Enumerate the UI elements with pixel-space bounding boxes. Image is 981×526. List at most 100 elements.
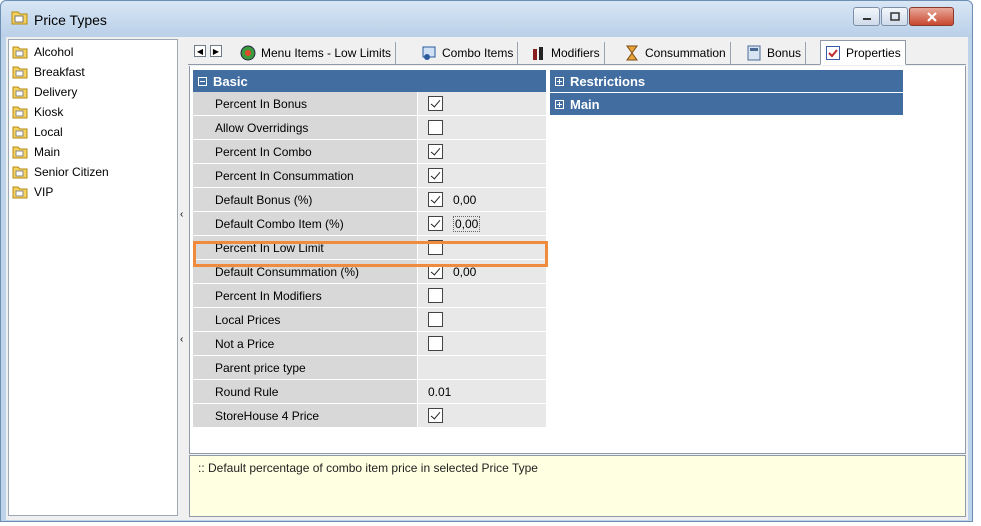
property-value-cell[interactable]: 0,00: [418, 188, 546, 211]
property-checkbox[interactable]: [428, 240, 443, 255]
group-header-main[interactable]: Main: [550, 93, 903, 115]
minimize-button[interactable]: [853, 7, 880, 26]
property-row[interactable]: Round Rule 0.01: [193, 380, 546, 404]
property-checkbox[interactable]: [428, 168, 443, 183]
property-value-cell[interactable]: [418, 284, 546, 307]
property-checkbox[interactable]: [428, 336, 443, 351]
property-value[interactable]: 0,00: [453, 265, 476, 279]
property-checkbox[interactable]: [428, 192, 443, 207]
group-header-basic[interactable]: Basic: [193, 70, 546, 92]
property-row[interactable]: Default Bonus (%) 0,00: [193, 188, 546, 212]
collapse-arrow-icon[interactable]: ‹: [180, 334, 183, 345]
tab-menu-items-low-limits[interactable]: Menu Items - Low Limits: [236, 42, 397, 64]
property-checkbox[interactable]: [428, 96, 443, 111]
group-title: Main: [570, 96, 600, 112]
close-button[interactable]: [909, 7, 954, 26]
property-row[interactable]: Default Consummation (%) 0,00: [193, 260, 546, 284]
property-value-cell[interactable]: [418, 308, 546, 331]
tree-item[interactable]: Breakfast: [12, 62, 85, 82]
property-row[interactable]: Not a Price: [193, 332, 546, 356]
tab-bar: ◀ ▶ Menu Items - Low Limits Combo Items …: [188, 39, 966, 65]
property-checkbox[interactable]: [428, 120, 443, 135]
tree-item-label: VIP: [34, 185, 54, 199]
window-title: Price Types: [34, 12, 107, 28]
property-checkbox[interactable]: [428, 288, 443, 303]
properties-panel: Basic Percent In Bonus Allow Overridings P…: [189, 66, 966, 454]
close-icon: [926, 11, 937, 22]
property-row[interactable]: Parent price type: [193, 356, 546, 380]
tab-bonus[interactable]: Bonus: [742, 42, 807, 64]
tab-label: Combo Items: [442, 46, 514, 60]
property-name: Default Consummation (%): [193, 260, 418, 283]
property-name: Not a Price: [193, 332, 418, 355]
property-value-cell[interactable]: [418, 404, 546, 427]
splitter[interactable]: ‹ ‹: [180, 39, 188, 516]
property-name: Default Combo Item (%): [193, 212, 418, 235]
folder-icon: [12, 46, 28, 59]
hourglass-icon: [626, 45, 638, 61]
property-value-cell[interactable]: 0,00: [418, 260, 546, 283]
tree-item[interactable]: VIP: [12, 182, 53, 202]
tab-consummation[interactable]: Consummation: [620, 42, 731, 64]
maximize-button[interactable]: [881, 7, 908, 26]
price-type-tree[interactable]: Alcohol Breakfast Delivery Kiosk Local Main Se…: [8, 39, 178, 516]
folder-icon: [12, 186, 28, 199]
tab-combo-items[interactable]: Combo Items: [417, 42, 519, 64]
property-value-cell[interactable]: [418, 140, 546, 163]
tree-item[interactable]: Main: [12, 142, 60, 162]
property-value-cell[interactable]: [418, 356, 546, 379]
property-value[interactable]: 0,00: [453, 215, 481, 232]
tree-item-label: Main: [34, 145, 61, 159]
folder-icon: [12, 126, 28, 139]
property-row[interactable]: Percent In Low Limit: [193, 236, 546, 260]
group-header-restrictions[interactable]: Restrictions: [550, 70, 903, 92]
maximize-icon: [889, 11, 900, 21]
property-checkbox[interactable]: [428, 216, 443, 231]
property-checkbox[interactable]: [428, 408, 443, 423]
property-value-cell[interactable]: 0,00: [418, 212, 546, 235]
folder-icon: [12, 146, 28, 159]
tree-item[interactable]: Alcohol: [12, 42, 73, 62]
bottles-icon: [533, 47, 543, 60]
property-checkbox[interactable]: [428, 144, 443, 159]
property-value-cell[interactable]: 0.01: [418, 380, 546, 403]
window-client: Alcohol Breakfast Delivery Kiosk Local Main Se…: [6, 37, 968, 520]
tree-item[interactable]: Senior Citizen: [12, 162, 109, 182]
property-value-cell[interactable]: [418, 92, 546, 115]
property-name: Percent In Consummation: [193, 164, 418, 187]
property-name: Default Bonus (%): [193, 188, 418, 211]
tab-label: Consummation: [645, 46, 726, 60]
property-row[interactable]: Allow Overridings: [193, 116, 546, 140]
property-value-cell[interactable]: [418, 236, 546, 259]
tree-item[interactable]: Local: [12, 122, 63, 142]
property-checkbox[interactable]: [428, 312, 443, 327]
property-row[interactable]: Percent In Modifiers: [193, 284, 546, 308]
property-value-cell[interactable]: [418, 116, 546, 139]
property-name: Percent In Modifiers: [193, 284, 418, 307]
folder-icon: [12, 66, 28, 79]
property-value[interactable]: 0.01: [428, 385, 451, 399]
tab-properties[interactable]: Properties: [820, 40, 906, 65]
property-row[interactable]: Default Combo Item (%) 0,00: [193, 212, 546, 236]
property-value-cell[interactable]: [418, 332, 546, 355]
property-name: Percent In Low Limit: [193, 236, 418, 259]
tab-label: Modifiers: [551, 46, 600, 60]
tab-modifiers[interactable]: Modifiers: [526, 42, 605, 64]
property-value[interactable]: 0,00: [453, 193, 476, 207]
tab-scroll-right-button[interactable]: ▶: [210, 45, 222, 57]
property-row[interactable]: Local Prices: [193, 308, 546, 332]
property-row[interactable]: StoreHouse 4 Price: [193, 404, 546, 428]
title-bar[interactable]: Price Types: [1, 1, 972, 37]
collapse-arrow-icon[interactable]: ‹: [180, 209, 183, 220]
expand-icon: [555, 76, 564, 86]
tab-scroll-left-button[interactable]: ◀: [194, 45, 206, 57]
property-row[interactable]: Percent In Bonus: [193, 92, 546, 116]
tree-item[interactable]: Kiosk: [12, 102, 63, 122]
property-checkbox[interactable]: [428, 264, 443, 279]
property-value-cell[interactable]: [418, 164, 546, 187]
property-name: Round Rule: [193, 380, 418, 403]
tree-item[interactable]: Delivery: [12, 82, 77, 102]
group-title: Basic: [213, 73, 248, 89]
property-row[interactable]: Percent In Combo: [193, 140, 546, 164]
property-row[interactable]: Percent In Consummation: [193, 164, 546, 188]
